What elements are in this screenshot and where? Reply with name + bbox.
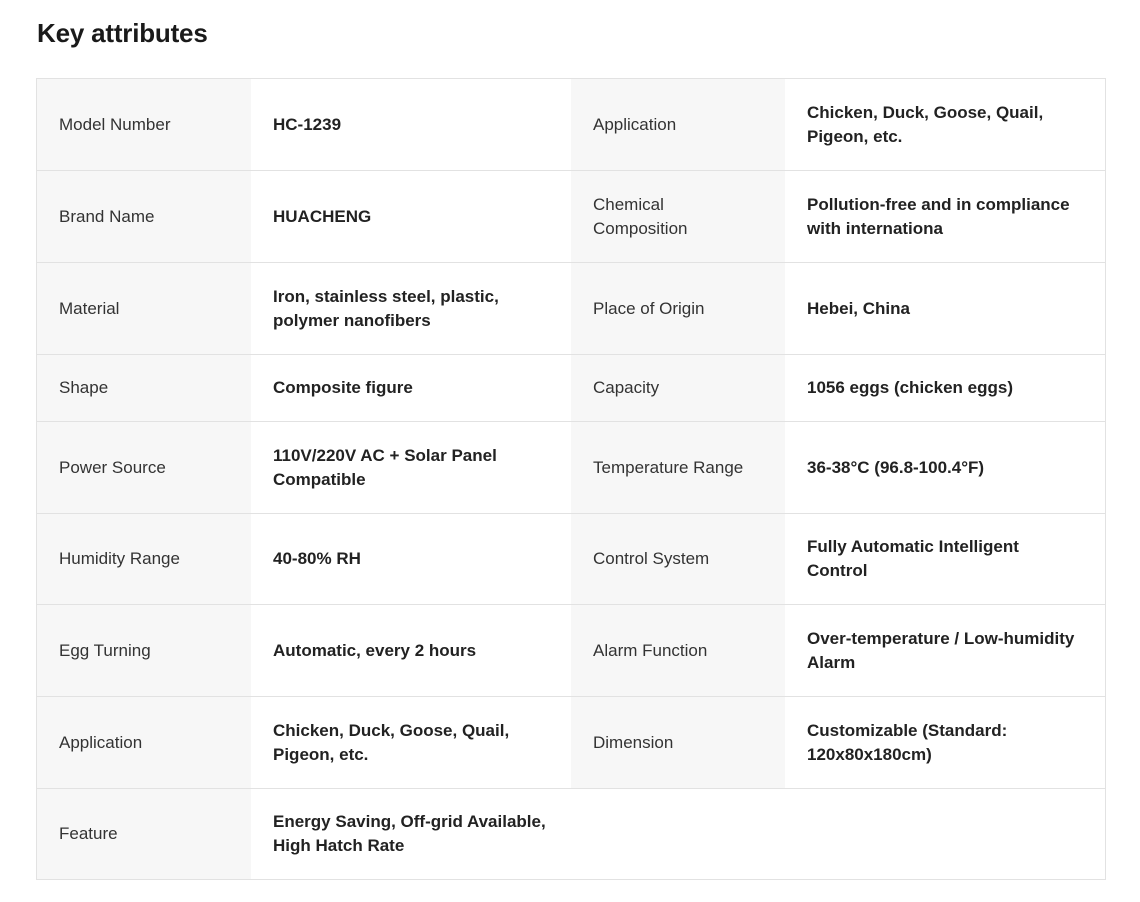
attribute-label: Shape [37,355,251,421]
attribute-label: Dimension [571,697,785,788]
attribute-label: Power Source [37,422,251,513]
attribute-value: HUACHENG [251,171,571,262]
attribute-value: Automatic, every 2 hours [251,605,571,696]
table-row: Material Iron, stainless steel, plastic,… [37,262,1105,354]
attribute-value: Iron, stainless steel, plastic, polymer … [251,263,571,354]
attribute-label: Chemical Composition [571,171,785,262]
section-title: Key attributes [37,18,208,48]
key-attributes-table: Model Number HC-1239 Application Chicken… [36,78,1106,880]
attribute-value: HC-1239 [251,79,571,170]
attribute-label: Place of Origin [571,263,785,354]
table-row: Application Chicken, Duck, Goose, Quail,… [37,696,1105,788]
attribute-value: Chicken, Duck, Goose, Quail, Pigeon, etc… [785,79,1105,170]
attribute-value: Fully Automatic Intelligent Control [785,514,1105,604]
attribute-value: Customizable (Standard: 120x80x180cm) [785,697,1105,788]
attribute-label: Humidity Range [37,514,251,604]
table-row: Shape Composite figure Capacity 1056 egg… [37,354,1105,421]
table-row: Feature Energy Saving, Off-grid Availabl… [37,788,1105,879]
attribute-label: Application [571,79,785,170]
attribute-value: Over-temperature / Low-humidity Alarm [785,605,1105,696]
attribute-label: Application [37,697,251,788]
attribute-value: Hebei, China [785,263,1105,354]
table-row: Egg Turning Automatic, every 2 hours Ala… [37,604,1105,696]
empty-cell [571,789,1105,879]
attribute-label: Material [37,263,251,354]
attribute-label: Egg Turning [37,605,251,696]
attribute-value: 40-80% RH [251,514,571,604]
attribute-value: Chicken, Duck, Goose, Quail, Pigeon, etc… [251,697,571,788]
attribute-label: Temperature Range [571,422,785,513]
attribute-label: Model Number [37,79,251,170]
attribute-value: Composite figure [251,355,571,421]
table-row: Model Number HC-1239 Application Chicken… [37,79,1105,170]
table-row: Brand Name HUACHENG Chemical Composition… [37,170,1105,262]
attribute-value: 110V/220V AC + Solar Panel Compatible [251,422,571,513]
attribute-value: Energy Saving, Off-grid Available, High … [251,789,571,879]
attribute-label: Control System [571,514,785,604]
attribute-label: Brand Name [37,171,251,262]
attribute-label: Feature [37,789,251,879]
attribute-label: Capacity [571,355,785,421]
table-row: Humidity Range 40-80% RH Control System … [37,513,1105,604]
attribute-label: Alarm Function [571,605,785,696]
attribute-value: 36-38°C (96.8-100.4°F) [785,422,1105,513]
attribute-value: 1056 eggs (chicken eggs) [785,355,1105,421]
attribute-value: Pollution-free and in compliance with in… [785,171,1105,262]
table-row: Power Source 110V/220V AC + Solar Panel … [37,421,1105,513]
